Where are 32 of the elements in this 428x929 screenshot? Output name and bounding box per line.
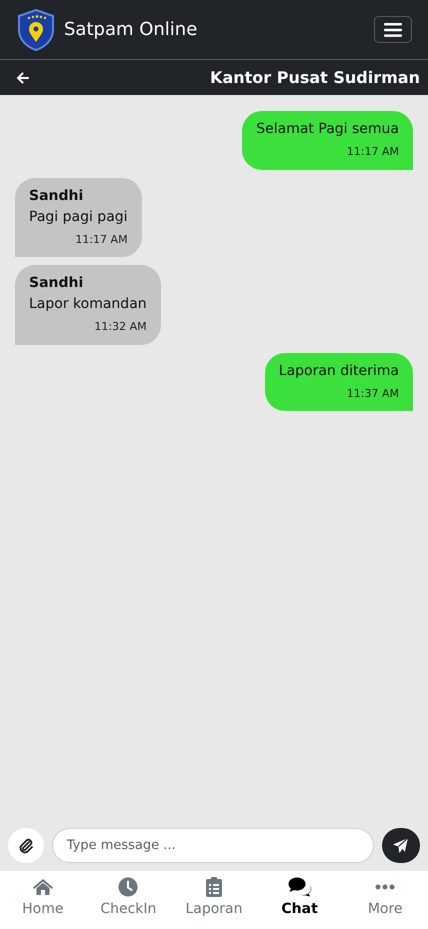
send-icon [392, 837, 410, 854]
nav-tab[interactable]: Home [0, 871, 86, 929]
menu-button[interactable] [374, 16, 412, 43]
send-button[interactable] [382, 828, 420, 863]
nav-tab[interactable]: Chat [256, 871, 342, 929]
back-arrow-icon [16, 72, 29, 84]
chat-bubbles-icon [288, 877, 312, 897]
message-text: Laporan diterima [278, 362, 399, 380]
message-text: Lapor komandan [29, 295, 147, 314]
nav-tab[interactable]: Laporan [171, 871, 257, 929]
message-field[interactable]: Type message ... [52, 828, 374, 863]
attach-button[interactable] [8, 828, 44, 863]
sender-name: Sandhi [29, 186, 84, 206]
chat-title: Kantor Pusat Sudirman [210, 66, 420, 88]
more-icon [375, 884, 396, 890]
sender-name: Sandhi [29, 274, 84, 293]
home-icon [32, 878, 54, 896]
nav-tab[interactable]: CheckIn [86, 871, 172, 929]
message-text: Selamat Pagi semua [256, 120, 399, 139]
shield-logo-icon [16, 8, 56, 52]
back-button[interactable] [16, 70, 29, 84]
message-time: 11:37 AM [346, 386, 399, 402]
menu-icon [384, 22, 402, 36]
message-text: Pagi pagi pagi [29, 208, 128, 226]
app-title: Satpam Online [64, 18, 198, 42]
paperclip-icon [18, 838, 34, 854]
clipboard-icon [206, 877, 222, 897]
message-time: 11:17 AM [346, 144, 399, 160]
message-time: 11:17 AM [74, 232, 128, 248]
nav-tab[interactable]: More [342, 871, 428, 929]
message-time: 11:32 AM [93, 319, 147, 335]
clock-icon [118, 877, 138, 897]
